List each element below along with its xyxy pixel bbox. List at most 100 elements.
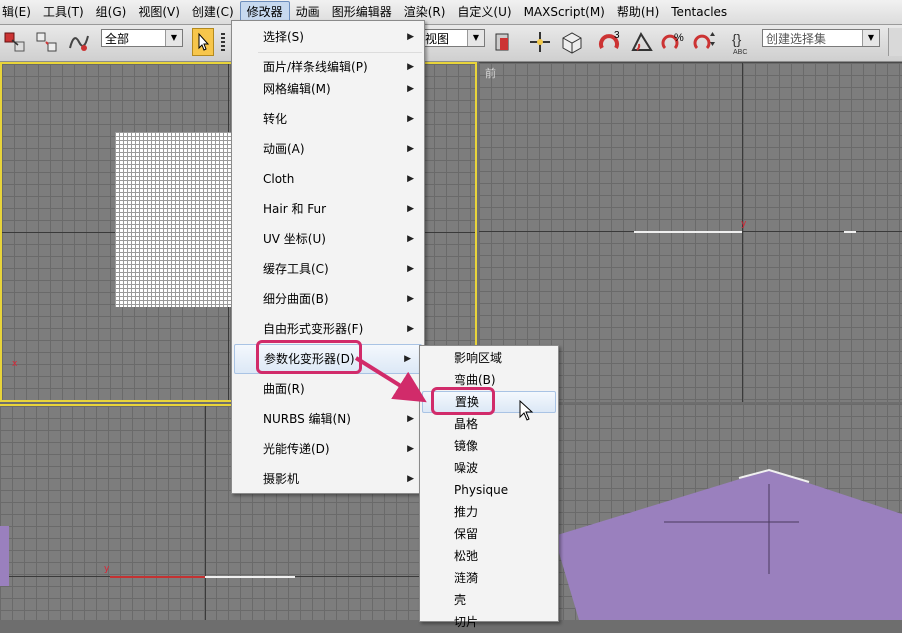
menu-customize[interactable]: 自定义(U)	[451, 1, 517, 23]
submenu-item-shell[interactable]: 壳	[420, 589, 558, 611]
menu-item-cameras[interactable]: 摄影机 ▶	[232, 464, 424, 494]
menu-item-label: 转化	[263, 112, 288, 126]
callout-parametric-deformers	[256, 340, 362, 374]
submenu-item-affect-region[interactable]: 影响区域	[420, 347, 558, 369]
select-object-button[interactable]	[192, 28, 214, 56]
chevron-right-icon: ▶	[407, 264, 414, 274]
chevron-right-icon: ▶	[407, 474, 414, 484]
submenu-item-noise[interactable]: 噪波	[420, 457, 558, 479]
submenu-item-mirror[interactable]: 镜像	[420, 435, 558, 457]
callout-arrow-icon	[354, 356, 427, 403]
axis-y-marker: y	[104, 564, 110, 574]
menu-item-hair-fur[interactable]: Hair 和 Fur ▶	[232, 194, 424, 224]
submenu-item-physique[interactable]: Physique	[420, 479, 558, 501]
svg-text:3: 3	[614, 30, 620, 41]
menu-item-uv-coordinates[interactable]: UV 坐标(U) ▶	[232, 224, 424, 254]
menu-item-label: 网格编辑(M)	[263, 82, 331, 96]
menu-group[interactable]: 组(G)	[90, 1, 133, 23]
mouse-cursor-icon	[519, 400, 534, 421]
chevron-right-icon: ▶	[407, 144, 414, 154]
menu-item-label: 自由形式变形器(F)	[263, 322, 364, 336]
chevron-right-icon: ▶	[407, 84, 414, 94]
chevron-right-icon: ▶	[407, 294, 414, 304]
menu-item-cache-tools[interactable]: 缓存工具(C) ▶	[232, 254, 424, 284]
submenu-item-relax[interactable]: 松弛	[420, 545, 558, 567]
spinner-snap-icon[interactable]	[693, 28, 719, 56]
modifiers-menu: 选择(S) ▶ 面片/样条线编辑(P) ▶ 网格编辑(M) ▶ 转化 ▶ 动画(A) ▶ …	[231, 20, 425, 494]
reference-coordinate-value: 视图	[425, 32, 450, 46]
named-selection-select[interactable]: 创建选择集 ▼	[762, 29, 880, 47]
menu-item-animation[interactable]: 动画(A) ▶	[232, 134, 424, 164]
plane-mesh[interactable]	[115, 132, 233, 307]
axis-vertical	[205, 406, 206, 620]
angle-snap-icon[interactable]	[629, 28, 655, 56]
selection-filter-value: 全部	[105, 32, 130, 46]
chevron-right-icon: ▶	[407, 444, 414, 454]
chevron-down-icon: ▼	[165, 30, 182, 46]
chevron-right-icon: ▶	[407, 324, 414, 334]
edit-named-selection-icon[interactable]: {} ABC	[730, 28, 756, 56]
chevron-right-icon: ▶	[407, 114, 414, 124]
submenu-item-preserve[interactable]: 保留	[420, 523, 558, 545]
main-toolbar: 全部 ▼ 视图 ▼ 3 % {} ABC 创建选择集 ▼	[0, 25, 902, 62]
select-by-name-icon[interactable]	[221, 33, 225, 51]
toolbar-overflow[interactable]	[888, 28, 902, 56]
menu-item-label: 面片/样条线编辑(P)	[263, 60, 368, 74]
chevron-down-icon: ▼	[467, 30, 484, 46]
menu-item-radiosity[interactable]: 光能传递(D) ▶	[232, 434, 424, 464]
menu-maxscript[interactable]: MAXScript(M)	[518, 1, 611, 23]
percent-snap-icon[interactable]: %	[661, 28, 687, 56]
menu-item-label: Cloth	[263, 172, 295, 186]
snap-toggle-icon[interactable]: 3	[597, 28, 623, 56]
menu-item-label: UV 坐标(U)	[263, 232, 326, 246]
menu-tools[interactable]: 工具(T)	[37, 1, 90, 23]
axis-y-marker: y	[741, 219, 747, 229]
menu-item-conversion[interactable]: 转化 ▶	[232, 104, 424, 134]
menu-item-mesh-edit[interactable]: 网格编辑(M) ▶	[232, 74, 424, 104]
menu-edit[interactable]: 辑(E)	[0, 1, 37, 23]
menu-item-label: 摄影机	[263, 472, 300, 486]
menu-item-label: 光能传递(D)	[263, 442, 330, 456]
select-manipulate-icon[interactable]	[527, 28, 553, 56]
submenu-item-ripple[interactable]: 涟漪	[420, 567, 558, 589]
menu-item-label: NURBS 编辑(N)	[263, 412, 351, 426]
axis-vertical	[742, 63, 743, 402]
reference-coordinate-select[interactable]: 视图 ▼	[421, 29, 485, 47]
menu-bar: 辑(E) 工具(T) 组(G) 视图(V) 创建(C) 修改器 动画 图形编辑器…	[0, 0, 902, 25]
submenu-item-lattice[interactable]: 晶格	[420, 413, 558, 435]
svg-text:{}: {}	[732, 31, 742, 47]
selection-filter-select[interactable]: 全部 ▼	[101, 29, 183, 47]
named-selection-value: 创建选择集	[766, 32, 827, 46]
plane-edge-front-right	[844, 231, 856, 233]
cursor-arrow-icon	[198, 32, 210, 51]
select-link-icon[interactable]	[2, 28, 28, 56]
submenu-item-slice[interactable]: 切片	[420, 611, 558, 633]
menu-item-selection[interactable]: 选择(S) ▶	[232, 22, 424, 52]
pivot-center-icon[interactable]	[491, 28, 517, 56]
plane-edge-left	[205, 576, 295, 578]
menu-views[interactable]: 视图(V)	[132, 1, 186, 23]
callout-displace	[431, 387, 495, 415]
keyboard-shortcut-override-icon[interactable]	[559, 28, 585, 56]
viewport-label-front: 前	[485, 67, 496, 80]
menu-item-label: Hair 和 Fur	[263, 202, 327, 216]
plane-sliver	[0, 526, 9, 586]
menu-item-subdivision-surfaces[interactable]: 细分曲面(B) ▶	[232, 284, 424, 314]
menu-tentacles[interactable]: Tentacles	[665, 1, 733, 23]
menu-item-cloth[interactable]: Cloth ▶	[232, 164, 424, 194]
menu-help[interactable]: 帮助(H)	[611, 1, 665, 23]
chevron-down-icon: ▼	[862, 30, 879, 46]
chevron-right-icon: ▶	[407, 204, 414, 214]
svg-text:ABC: ABC	[733, 49, 747, 56]
svg-text:%: %	[674, 32, 684, 44]
menu-item-label: 动画(A)	[263, 142, 305, 156]
axis-x-marker: x	[12, 359, 18, 369]
axis-y-line	[110, 576, 205, 578]
menu-item-label: 细分曲面(B)	[263, 292, 329, 306]
unlink-selection-icon[interactable]	[34, 28, 60, 56]
submenu-item-push[interactable]: 推力	[420, 501, 558, 523]
chevron-right-icon: ▶	[407, 234, 414, 244]
menu-item-label: 缓存工具(C)	[263, 262, 329, 276]
bind-space-warp-icon[interactable]	[66, 28, 92, 56]
plane-edge-front	[634, 231, 742, 233]
